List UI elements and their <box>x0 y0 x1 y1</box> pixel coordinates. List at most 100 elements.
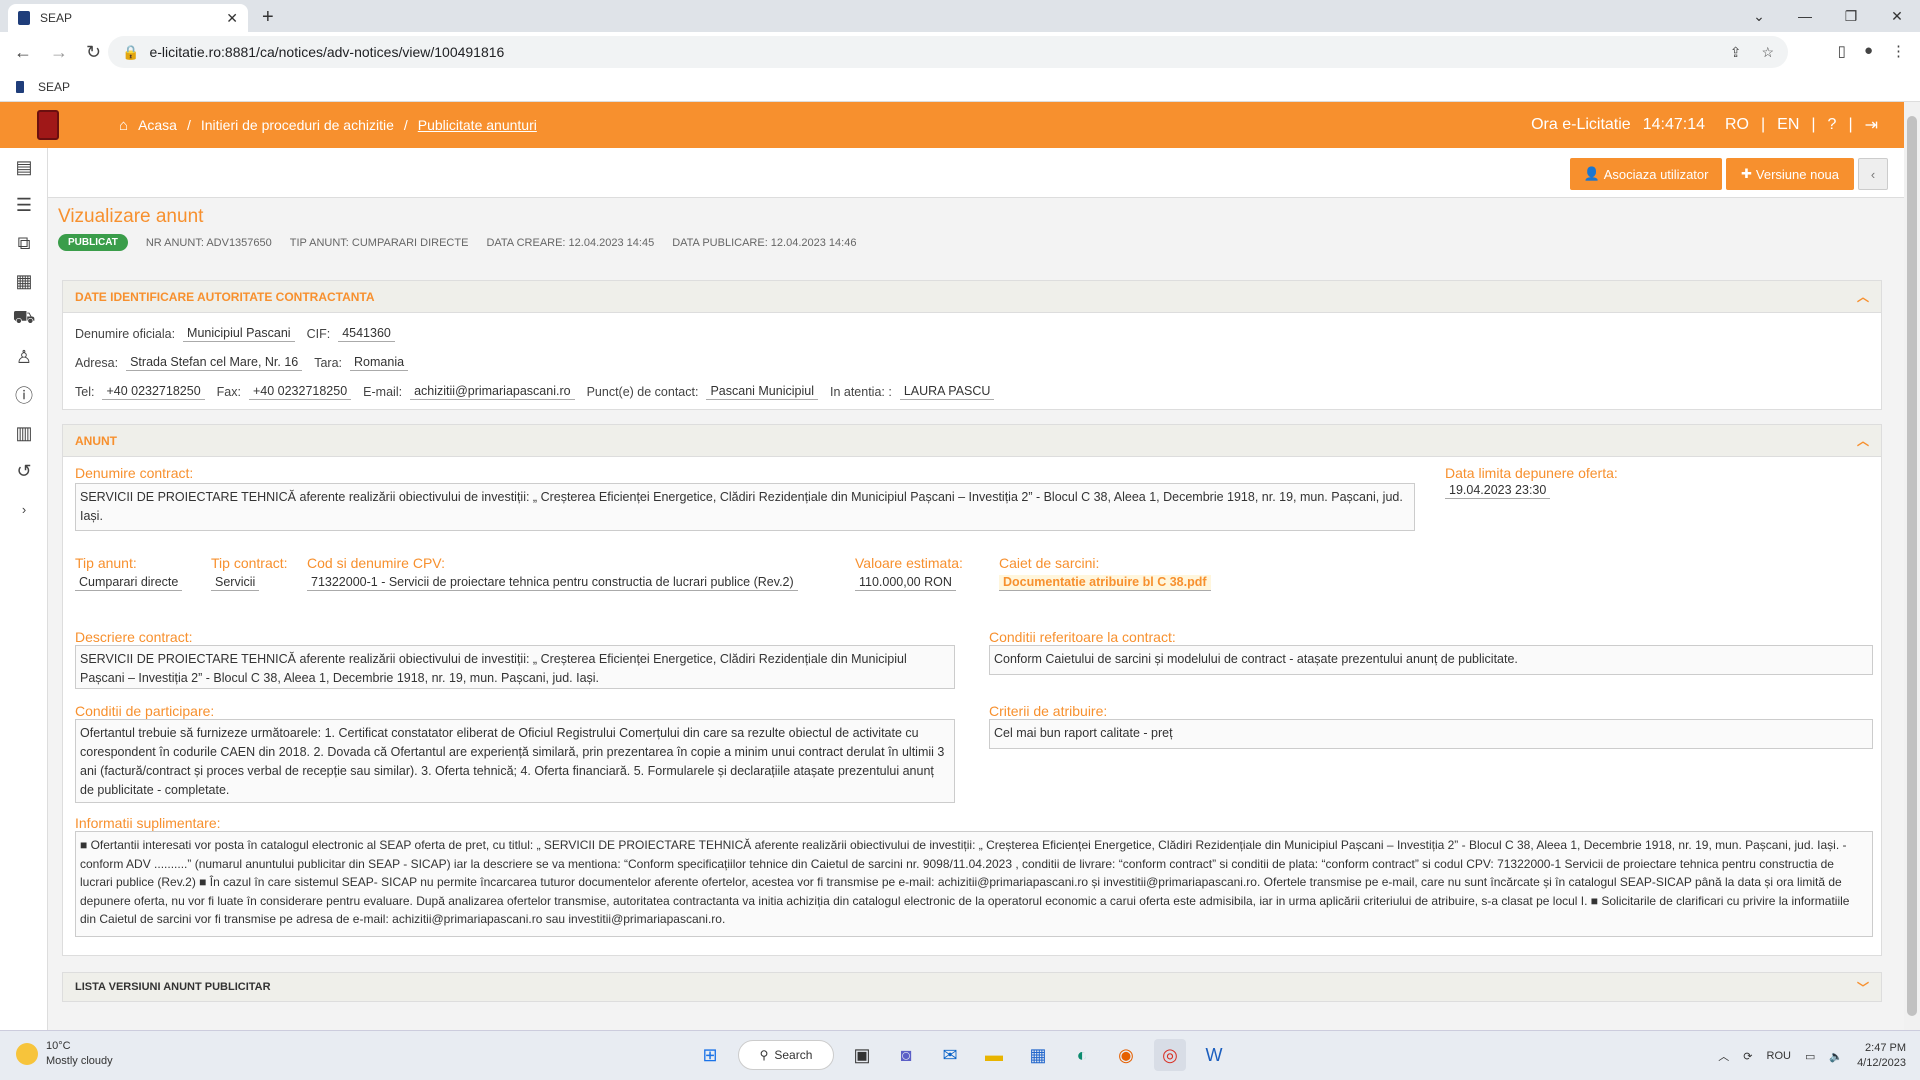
adresa: Strada Stefan cel Mare, Nr. 16 <box>126 355 303 371</box>
logout-icon[interactable]: ⇥ <box>1865 115 1878 135</box>
weather-temp: 10°C <box>46 1040 71 1052</box>
close-tab-icon[interactable]: ✕ <box>226 10 238 27</box>
page-scrollbar[interactable] <box>1904 102 1920 1030</box>
cpv-value: 71322000-1 - Servicii de proiectare tehn… <box>307 575 798 591</box>
tab-search-icon[interactable]: ⌄ <box>1736 0 1782 32</box>
time-label: Ora e-Licitatie <box>1531 116 1631 133</box>
alert-icon[interactable]: ⓘ <box>0 376 48 414</box>
window-controls: ⌄ — ❐ ✕ <box>1736 0 1920 32</box>
bookmark-star-icon[interactable]: ☆ <box>1761 44 1774 61</box>
windows-start-icon[interactable]: ⊞ <box>694 1039 726 1071</box>
clock[interactable]: 2:47 PM 4/12/2023 <box>1857 1041 1906 1071</box>
back-icon[interactable]: ← <box>14 42 32 63</box>
side-panel-icon[interactable]: ▯ <box>1838 42 1846 60</box>
authority-panel: DATE IDENTIFICARE AUTORITATE CONTRACTANT… <box>62 280 1882 410</box>
chevron-up-icon[interactable]: ︿ <box>1718 1048 1729 1064</box>
weather-widget[interactable]: 10°C Mostly cloudy <box>16 1039 113 1069</box>
crumb-acasa[interactable]: Acasa <box>138 117 177 133</box>
edge-icon[interactable]: ◐ <box>1066 1039 1098 1071</box>
home-icon[interactable]: ⌂ <box>119 117 128 134</box>
tel: +40 0232718250 <box>102 384 205 400</box>
versions-panel-header[interactable]: LISTA VERSIUNI ANUNT PUBLICITAR ﹀ <box>63 973 1881 1001</box>
sync-icon[interactable]: ⟳ <box>1743 1050 1752 1063</box>
input-language[interactable]: ROU <box>1767 1050 1791 1062</box>
minimize-icon[interactable]: — <box>1782 0 1828 32</box>
crumb-publicitate[interactable]: Publicitate anunturi <box>418 117 537 133</box>
stats-icon[interactable]: ▥ <box>0 414 48 452</box>
share-icon[interactable]: ⇪ <box>1730 44 1742 61</box>
menu-icon[interactable]: ⋮ <box>1891 42 1906 60</box>
anunt-panel: ANUNT ︿ Denumire contract: SERVICII DE P… <box>62 424 1882 956</box>
catalog-icon[interactable]: ▦ <box>0 262 48 300</box>
taskbar: 10°C Mostly cloudy ⊞ ⚲ Search ▣ ◙ ✉ ▬ ▦ … <box>0 1030 1920 1080</box>
task-view-icon[interactable]: ▣ <box>846 1039 878 1071</box>
versiune-noua-button[interactable]: ✚ Versiune noua <box>1726 158 1854 190</box>
data-creare: DATA CREARE: 12.04.2023 14:45 <box>486 236 655 249</box>
new-tab-icon[interactable]: + <box>262 6 274 29</box>
outlook-icon[interactable]: ✉ <box>934 1039 966 1071</box>
main-content: 👤 Asociaza utilizator ✚ Versiune noua ‹ … <box>48 148 1904 1030</box>
taskbar-apps: ⊞ ⚲ Search ▣ ◙ ✉ ▬ ▦ ◐ ◉ ◎ W <box>694 1039 1230 1071</box>
tip-contract-value: Servicii <box>211 575 260 591</box>
caiet-link[interactable]: Documentatie atribuire bl C 38.pdf <box>999 575 1211 591</box>
weather-icon <box>16 1043 38 1065</box>
taskbar-search[interactable]: ⚲ Search <box>738 1040 834 1070</box>
seap-logo[interactable] <box>37 110 59 140</box>
reload-icon[interactable]: ↻ <box>86 42 101 63</box>
chevron-up-icon[interactable]: ︿ <box>1857 288 1869 305</box>
site-header: ⌂ Acasa / Initieri de proceduri de achiz… <box>0 102 1904 148</box>
list-icon[interactable]: ☰ <box>0 186 48 224</box>
user-icon[interactable]: ♙ <box>0 338 48 376</box>
help-icon[interactable]: ? <box>1828 116 1837 134</box>
close-window-icon[interactable]: ✕ <box>1874 0 1920 32</box>
user-plus-icon: 👤 <box>1583 166 1600 181</box>
profile-icon[interactable]: ● <box>1864 42 1873 60</box>
descriere-contract: SERVICII DE PROIECTARE TEHNICĂ aferente … <box>75 645 955 689</box>
cif: 4541360 <box>338 326 395 342</box>
chevron-up-icon[interactable]: ︿ <box>1857 432 1869 449</box>
vehicle-icon[interactable]: ⛟ <box>0 300 48 338</box>
seap-bookmark-icon <box>16 80 24 93</box>
url-field[interactable]: 🔒 e-licitatie.ro:8881/ca/notices/adv-not… <box>108 36 1788 68</box>
weather-desc: Mostly cloudy <box>46 1055 113 1067</box>
bookmarks-bar: SEAP <box>0 72 1920 102</box>
chevron-down-icon[interactable]: ﹀ <box>1857 979 1869 996</box>
fax: +40 0232718250 <box>248 384 352 400</box>
expand-icon[interactable]: › <box>0 490 48 528</box>
network-icon[interactable]: ▭ <box>1805 1050 1815 1063</box>
denumire-contract: SERVICII DE PROIECTARE TEHNICĂ aferente … <box>75 483 1415 531</box>
in-atentia: LAURA PASCU <box>899 384 995 400</box>
history-icon[interactable]: ↺ <box>0 452 48 490</box>
lock-icon[interactable]: 🔒 <box>122 44 139 61</box>
chrome-icon[interactable]: ◎ <box>1154 1039 1186 1071</box>
word-icon[interactable]: W <box>1198 1039 1230 1071</box>
page-title: Vizualizare anunt <box>58 206 204 227</box>
valoare-value: 110.000,00 RON <box>855 575 956 591</box>
collapse-button[interactable]: ‹ <box>1858 158 1888 190</box>
valoare-label: Valoare estimata: <box>855 555 963 571</box>
descriere-label: Descriere contract: <box>75 629 193 645</box>
lang-ro[interactable]: RO <box>1725 116 1749 134</box>
bookmark-seap[interactable]: SEAP <box>38 80 70 94</box>
firefox-icon[interactable]: ◉ <box>1110 1039 1142 1071</box>
store-icon[interactable]: ▦ <box>1022 1039 1054 1071</box>
tip-anunt-value: Cumparari directe <box>75 575 183 591</box>
browser-tab-strip: SEAP ✕ + ⌄ — ❐ ✕ <box>0 0 1920 32</box>
file-explorer-icon[interactable]: ▬ <box>978 1039 1010 1071</box>
info-label: Informatii suplimentare: <box>75 815 221 831</box>
authority-panel-header[interactable]: DATE IDENTIFICARE AUTORITATE CONTRACTANT… <box>63 281 1881 313</box>
conditii-participare-label: Conditii de participare: <box>75 703 215 719</box>
scrollbar-thumb[interactable] <box>1907 116 1917 1016</box>
crumb-initieri[interactable]: Initieri de proceduri de achizitie <box>201 117 394 133</box>
asociaza-utilizator-button[interactable]: 👤 Asociaza utilizator <box>1570 158 1722 190</box>
teams-icon[interactable]: ◙ <box>890 1039 922 1071</box>
document-icon[interactable]: ▤ <box>0 148 48 186</box>
restore-icon[interactable]: ❐ <box>1828 0 1874 32</box>
stack-icon[interactable]: ⧉ <box>0 224 48 262</box>
anunt-panel-header[interactable]: ANUNT ︿ <box>63 425 1881 457</box>
lang-en[interactable]: EN <box>1777 116 1799 134</box>
volume-icon[interactable]: 🔈 <box>1829 1050 1843 1063</box>
tip-contract-label: Tip contract: <box>211 555 288 571</box>
forward-icon[interactable]: → <box>50 42 68 63</box>
browser-tab[interactable]: SEAP ✕ <box>8 4 248 32</box>
